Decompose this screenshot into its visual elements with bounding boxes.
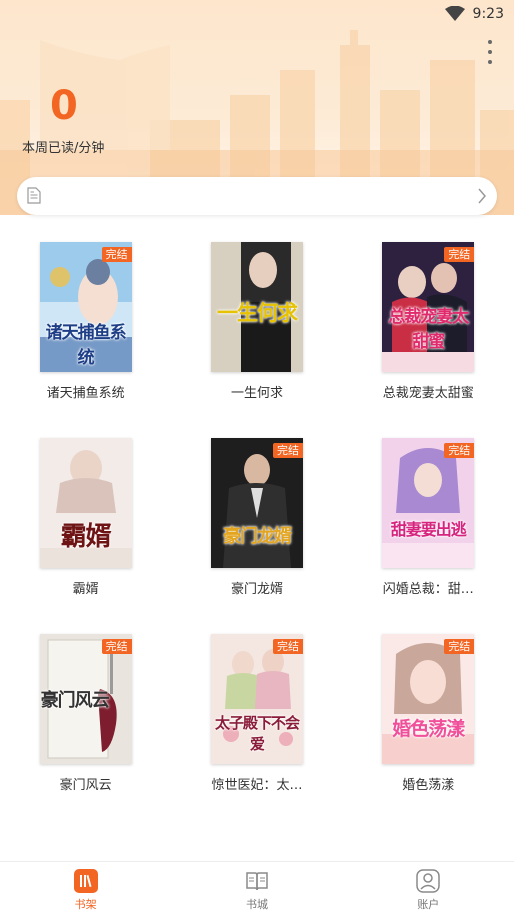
completed-badge: 完结	[101, 639, 132, 654]
book-cover[interactable]: 总裁宠妻太甜蜜 完结	[382, 242, 475, 372]
book-cover[interactable]: 诸天捕鱼系统 完结	[39, 242, 132, 372]
document-icon	[27, 187, 41, 204]
book-item[interactable]: 婚色荡漾 完结 婚色荡漾	[343, 634, 514, 793]
book-title: 总裁宠妻太甜蜜	[382, 386, 474, 401]
book-cover[interactable]: 豪门风云 完结	[39, 634, 132, 764]
book-title: 闪婚总裁：甜…	[382, 582, 474, 597]
cover-title-text: 豪门龙婿	[222, 526, 292, 547]
book-item[interactable]: 豪门龙婿 完结 豪门龙婿	[171, 438, 342, 597]
book-item[interactable]: 豪门风云 完结 豪门风云	[0, 634, 171, 793]
book-item[interactable]: 甜妻要出逃 完结 闪婚总裁：甜…	[343, 438, 514, 597]
wifi-icon	[444, 6, 465, 21]
chevron-right-icon	[478, 188, 486, 204]
cover-title-text: 豪门风云	[40, 690, 110, 711]
cover-title-text: 一生何求	[216, 300, 298, 325]
completed-badge: 完结	[444, 639, 475, 654]
book-cover[interactable]: 霸婿	[39, 438, 132, 568]
completed-badge: 完结	[101, 247, 132, 262]
book-item[interactable]: 诸天捕鱼系统 完结 诸天捕鱼系统	[0, 242, 171, 401]
cover-title-text: 霸婿	[60, 522, 112, 552]
nav-tab-book-store[interactable]: 书城	[171, 862, 342, 913]
book-title: 婚色荡漾	[402, 778, 455, 793]
nav-tab-label: 书架	[74, 898, 97, 911]
book-cover[interactable]: 甜妻要出逃 完结	[382, 438, 475, 568]
completed-badge: 完结	[444, 247, 475, 262]
book-item[interactable]: 总裁宠妻太甜蜜 完结 总裁宠妻太甜蜜	[343, 242, 514, 401]
cover-title-text: 甜妻要出逃	[390, 520, 467, 539]
nav-tab-label: 书城	[245, 898, 268, 911]
weekly-read-count: 0	[50, 83, 78, 129]
nav-tab-label: 账户	[417, 898, 440, 911]
bookshelf-icon	[73, 869, 98, 893]
completed-badge: 完结	[272, 443, 303, 458]
more-options-icon[interactable]	[486, 40, 494, 64]
book-title: 豪门龙婿	[230, 582, 283, 597]
nav-tab-bookshelf[interactable]: 书架	[0, 862, 171, 913]
book-title: 豪门风云	[59, 778, 112, 793]
book-cover[interactable]: 太子殿下不会爱 完结	[210, 634, 303, 764]
bookshelf-grid: 诸天捕鱼系统 完结 诸天捕鱼系统 一生何求 一生何求 总裁宠妻太甜蜜 完结 总裁…	[0, 242, 514, 793]
book-title: 诸天捕鱼系统	[46, 386, 125, 401]
status-bar: 9:23	[0, 0, 514, 28]
book-item[interactable]: 霸婿 霸婿	[0, 438, 171, 597]
cover-title-text: 婚色荡漾	[392, 718, 465, 740]
bottom-navigation: 书架 书城 账户	[0, 861, 514, 913]
book-title: 惊世医妃：太…	[211, 778, 303, 793]
book-item[interactable]: 一生何求 一生何求	[171, 242, 342, 401]
book-cover[interactable]: 婚色荡漾 完结	[382, 634, 475, 764]
notice-bar[interactable]	[17, 177, 497, 215]
account-icon	[416, 869, 441, 893]
completed-badge: 完结	[272, 639, 303, 654]
book-store-icon	[246, 872, 268, 891]
book-cover[interactable]: 一生何求	[210, 242, 303, 372]
nav-tab-account[interactable]: 账户	[343, 862, 514, 913]
cover-title-text: 总裁宠妻太甜蜜	[388, 307, 469, 352]
book-cover[interactable]: 豪门龙婿 完结	[210, 438, 303, 568]
book-title: 霸婿	[72, 582, 99, 597]
completed-badge: 完结	[444, 443, 475, 458]
cover-title-text: 太子殿下不会爱	[214, 714, 300, 753]
status-time: 9:23	[472, 6, 504, 22]
weekly-read-label: 本周已读/分钟	[22, 141, 105, 156]
cover-title-text: 诸天捕鱼系统	[45, 323, 127, 368]
book-title: 一生何求	[230, 386, 283, 401]
book-item[interactable]: 太子殿下不会爱 完结 惊世医妃：太…	[171, 634, 342, 793]
